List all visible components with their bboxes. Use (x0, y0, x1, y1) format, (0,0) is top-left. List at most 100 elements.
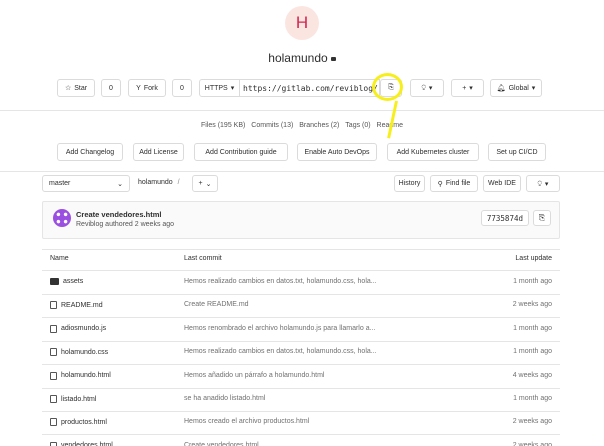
add-contribution-guide-button[interactable]: Add Contribution guide (194, 143, 288, 161)
caret-down-icon: ▾ (544, 180, 549, 188)
fork-count[interactable]: 0 (172, 79, 192, 97)
last-update: 2 weeks ago (512, 301, 552, 309)
find-file-button[interactable]: ⚲ Find file (430, 175, 478, 192)
divider (0, 171, 604, 172)
folder-icon (50, 278, 59, 285)
caret-down-icon: ▾ (428, 85, 433, 92)
add-dropdown[interactable]: + ▾ (451, 79, 484, 97)
author-avatar[interactable] (53, 209, 71, 227)
clone-url-input[interactable]: https://gitlab.com/reviblog/ (240, 79, 380, 97)
search-icon: ⚲ (437, 180, 443, 188)
commit-message-link[interactable]: Hemos renombrado el archivo holamundo.js… (184, 325, 375, 332)
caret-down-icon: ▾ (230, 85, 235, 92)
repo-stats: Files (195 KB) Commits (13) Branches (2)… (0, 122, 604, 129)
file-icon (50, 324, 57, 333)
fork-icon: Y (136, 84, 141, 92)
file-name-link[interactable]: README.md (50, 301, 103, 310)
table-row[interactable]: README.md Create README.md 2 weeks ago (42, 294, 560, 317)
history-button[interactable]: History (394, 175, 425, 192)
column-header-last-update: Last update (515, 255, 552, 262)
star-icon: ☆ (64, 85, 72, 92)
file-name-link[interactable]: vendedores.html (50, 441, 113, 446)
lock-icon (330, 57, 336, 61)
divider (0, 110, 604, 111)
add-license-button[interactable]: Add License (133, 143, 184, 161)
file-icon (50, 301, 57, 310)
commits-link[interactable]: Commits (13) (251, 122, 293, 129)
add-kubernetes-cluster-button[interactable]: Add Kubernetes cluster (387, 143, 479, 161)
star-count[interactable]: 0 (101, 79, 121, 97)
tags-link[interactable]: Tags (0) (345, 122, 370, 129)
enable-auto-devops-button[interactable]: Enable Auto DevOps (297, 143, 377, 161)
web-ide-button[interactable]: Web IDE (483, 175, 521, 192)
file-icon (50, 441, 57, 446)
fork-button[interactable]: Y Fork (128, 79, 166, 97)
highlight-arrow (387, 100, 398, 139)
plus-icon: + (462, 84, 467, 92)
table-row[interactable]: assets Hemos realizado cambios en datos.t… (42, 271, 560, 294)
commit-message-link[interactable]: Hemos añadido un párrafo a holamundo.htm… (184, 372, 324, 379)
files-link[interactable]: Files (195 KB) (201, 122, 245, 129)
file-name-link[interactable]: holamundo.css (50, 348, 108, 357)
table-row[interactable]: holamundo.html Hemos añadido un párrafo a… (42, 365, 560, 388)
last-update: 2 weeks ago (512, 441, 552, 446)
project-name: holamundo (268, 51, 328, 65)
last-update: 1 month ago (513, 348, 552, 356)
download-dropdown-2[interactable]: ⍜ ▾ (526, 175, 560, 192)
star-button[interactable]: ☆ Star (57, 79, 95, 97)
chevron-down-icon: ⌄ (117, 180, 123, 188)
commit-title-link[interactable]: Create vendedores.html (76, 210, 161, 219)
commit-message-link[interactable]: Create vendedores.html (184, 442, 259, 446)
notification-dropdown[interactable]: 🔔︎ Global ▾ (490, 79, 542, 97)
table-row[interactable]: productos.html Hemos creado el archivo pr… (42, 411, 560, 434)
table-border (42, 249, 560, 250)
highlight-circle (372, 73, 403, 101)
commit-message-link[interactable]: Hemos creado el archivo productos.html (184, 418, 309, 425)
commit-author-line: Reviblog authored 2 weeks ago (76, 221, 175, 228)
add-changelog-button[interactable]: Add Changelog (57, 143, 123, 161)
chevron-down-icon: ⌄ (205, 180, 212, 188)
add-file-dropdown[interactable]: + ⌄ (192, 175, 218, 192)
column-header-name: Name (50, 255, 69, 262)
file-icon (50, 418, 57, 427)
last-update: 1 month ago (513, 278, 552, 285)
last-update: 4 weeks ago (512, 371, 552, 379)
file-icon (50, 395, 57, 403)
table-row[interactable]: listado.html se ha anadido listado.html 1 … (42, 388, 560, 411)
file-name-link[interactable]: listado.html (50, 395, 96, 403)
file-name-link[interactable]: holamundo.html (50, 371, 111, 380)
protocol-dropdown[interactable]: HTTPS ▾ (199, 79, 240, 97)
copy-sha-button[interactable]: ⎘ (533, 210, 551, 226)
download-dropdown[interactable]: ⍜ ▾ (410, 79, 444, 97)
project-title: holamundo (0, 51, 604, 65)
last-update: 1 month ago (513, 395, 552, 402)
branches-link[interactable]: Branches (2) (299, 122, 339, 129)
last-commit-box: Create vendedores.html Reviblog authored… (42, 201, 560, 239)
commit-sha-link[interactable]: 7735874d (480, 210, 529, 226)
column-header-last-commit: Last commit (184, 255, 222, 262)
last-update: 2 weeks ago (512, 418, 552, 426)
bell-icon: 🔔︎ (496, 85, 506, 92)
file-icon (50, 348, 57, 357)
file-name-link[interactable]: productos.html (50, 418, 107, 427)
file-name-link[interactable]: assets (50, 278, 83, 285)
commit-message-link[interactable]: se ha anadido listado.html (184, 395, 265, 402)
file-name-link[interactable]: adiosmundo.js (50, 324, 106, 333)
clipboard-icon: ⎘ (538, 213, 546, 222)
commit-message-link[interactable]: Create README.md (184, 301, 249, 308)
file-icon (50, 371, 57, 380)
project-avatar: H (285, 6, 319, 40)
last-update: 1 month ago (513, 324, 552, 332)
download-icon: ⍜ (421, 84, 426, 91)
breadcrumb: holamundo / (138, 179, 180, 186)
download-icon: ⍜ (537, 179, 542, 187)
path-root-link[interactable]: holamundo (138, 179, 173, 186)
caret-down-icon: ▾ (531, 85, 536, 92)
commit-message-link[interactable]: Hemos realizado cambios en datos.txt, ho… (184, 348, 377, 355)
commit-message-link[interactable]: Hemos realizado cambios en datos.txt, ho… (184, 278, 377, 285)
table-row[interactable]: vendedores.html Create vendedores.html 2 w… (42, 435, 560, 446)
table-row[interactable]: adiosmundo.js Hemos renombrado el archivo… (42, 318, 560, 341)
setup-cicd-button[interactable]: Set up CI/CD (488, 143, 546, 161)
table-row[interactable]: holamundo.css Hemos realizado cambios en … (42, 341, 560, 364)
branch-dropdown[interactable]: master ⌄ (42, 175, 130, 192)
